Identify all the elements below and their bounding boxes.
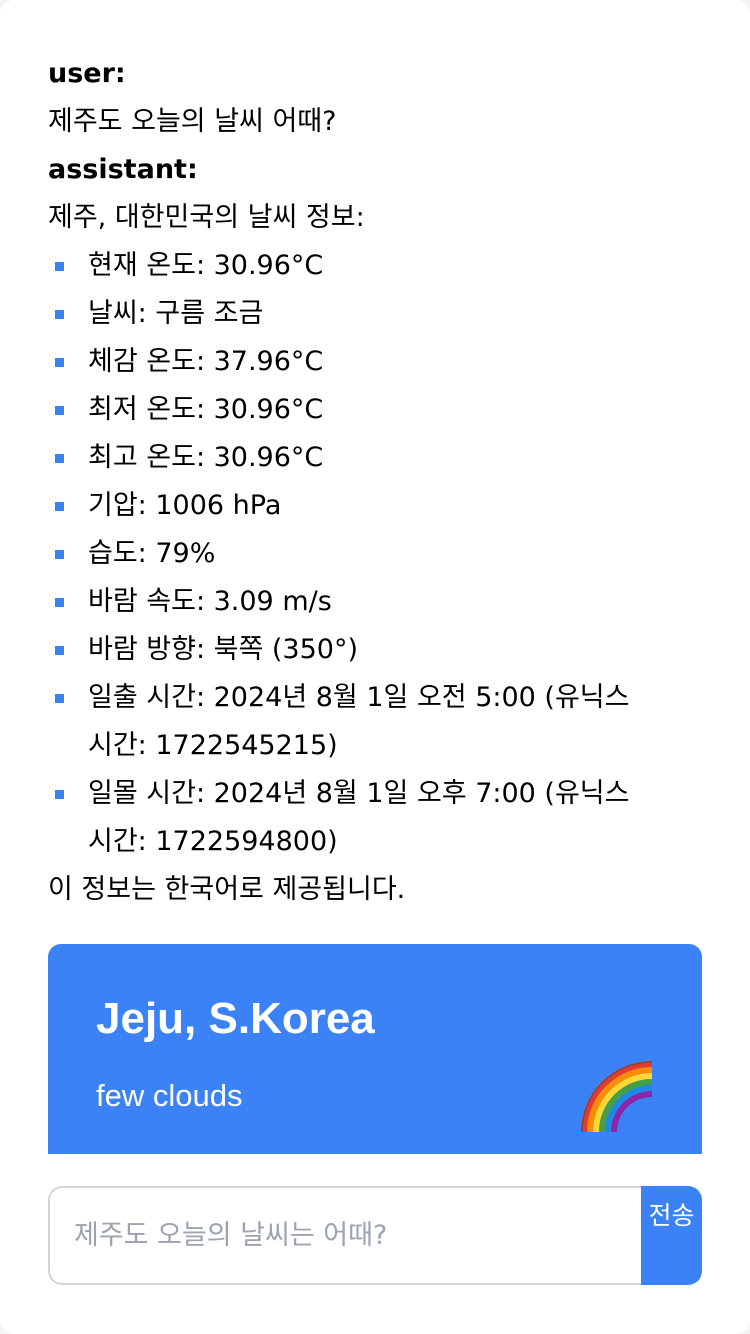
list-item-text: 습도: 79% [88,538,216,569]
list-item: 일몰 시간: 2024년 8월 1일 오후 7:00 (유닉스 시간: 1722… [48,770,708,866]
assistant-speaker-label: assistant: [48,154,198,185]
weather-description: few clouds [96,1078,243,1113]
bullet-icon [55,790,64,799]
list-item: 최고 온도: 30.96°C [48,434,708,482]
chat-input[interactable] [50,1188,642,1283]
list-item: 최저 온도: 30.96°C [48,386,708,434]
list-item: 현재 온도: 30.96°C [48,242,708,290]
list-item-text: 일출 시간: 2024년 8월 1일 오전 5:00 (유닉스 [88,682,630,713]
list-item: 체감 온도: 37.96°C [48,338,708,386]
list-item-text: 일몰 시간: 2024년 8월 1일 오후 7:00 (유닉스 [88,778,630,809]
list-item-text: 현재 온도: 30.96°C [88,250,324,281]
assistant-intro: 제주, 대한민국의 날씨 정보: [48,202,365,233]
list-item-text-continued: 시간: 1722594800) [88,826,338,857]
list-item-text: 바람 방향: 북쪽 (350°) [88,634,358,665]
list-item: 날씨: 구름 조금 [48,290,708,338]
list-item: 바람 방향: 북쪽 (350°) [48,626,708,674]
rainbow-icon [581,1061,653,1133]
chat-transcript: user: 제주도 오늘의 날씨 어때? assistant: 제주, 대한민국… [48,50,708,914]
bullet-icon [55,262,64,271]
list-item: 습도: 79% [48,530,708,578]
list-item-text-continued: 시간: 1722545215) [88,730,338,761]
bullet-icon [55,454,64,463]
chat-input-wrapper [48,1186,642,1285]
bullet-icon [55,598,64,607]
list-item: 기압: 1006 hPa [48,482,708,530]
bullet-icon [55,502,64,511]
user-speaker-label: user: [48,58,126,89]
list-item: 일출 시간: 2024년 8월 1일 오전 5:00 (유닉스 시간: 1722… [48,674,708,770]
assistant-outro: 이 정보는 한국어로 제공됩니다. [48,874,406,905]
bullet-icon [55,310,64,319]
list-item-text: 체감 온도: 37.96°C [88,346,324,377]
send-button[interactable]: 전송 [641,1186,702,1285]
list-item: 바람 속도: 3.09 m/s [48,578,708,626]
list-item-text: 바람 속도: 3.09 m/s [88,586,332,617]
list-item-text: 기압: 1006 hPa [88,490,282,521]
chat-card: user: 제주도 오늘의 날씨 어때? assistant: 제주, 대한민국… [0,0,750,1334]
weather-card: Jeju, S.Korea few clouds [48,944,702,1154]
weather-city-title: Jeju, S.Korea [96,994,375,1043]
user-message: 제주도 오늘의 날씨 어때? [48,106,337,137]
bullet-icon [55,406,64,415]
bullet-icon [55,358,64,367]
bullet-icon [55,550,64,559]
bullet-icon [55,694,64,703]
bullet-icon [55,646,64,655]
list-item-text: 날씨: 구름 조금 [88,298,264,329]
weather-info-list: 현재 온도: 30.96°C 날씨: 구름 조금 체감 온도: 37.96°C … [48,242,708,866]
list-item-text: 최저 온도: 30.96°C [88,394,324,425]
list-item-text: 최고 온도: 30.96°C [88,442,324,473]
